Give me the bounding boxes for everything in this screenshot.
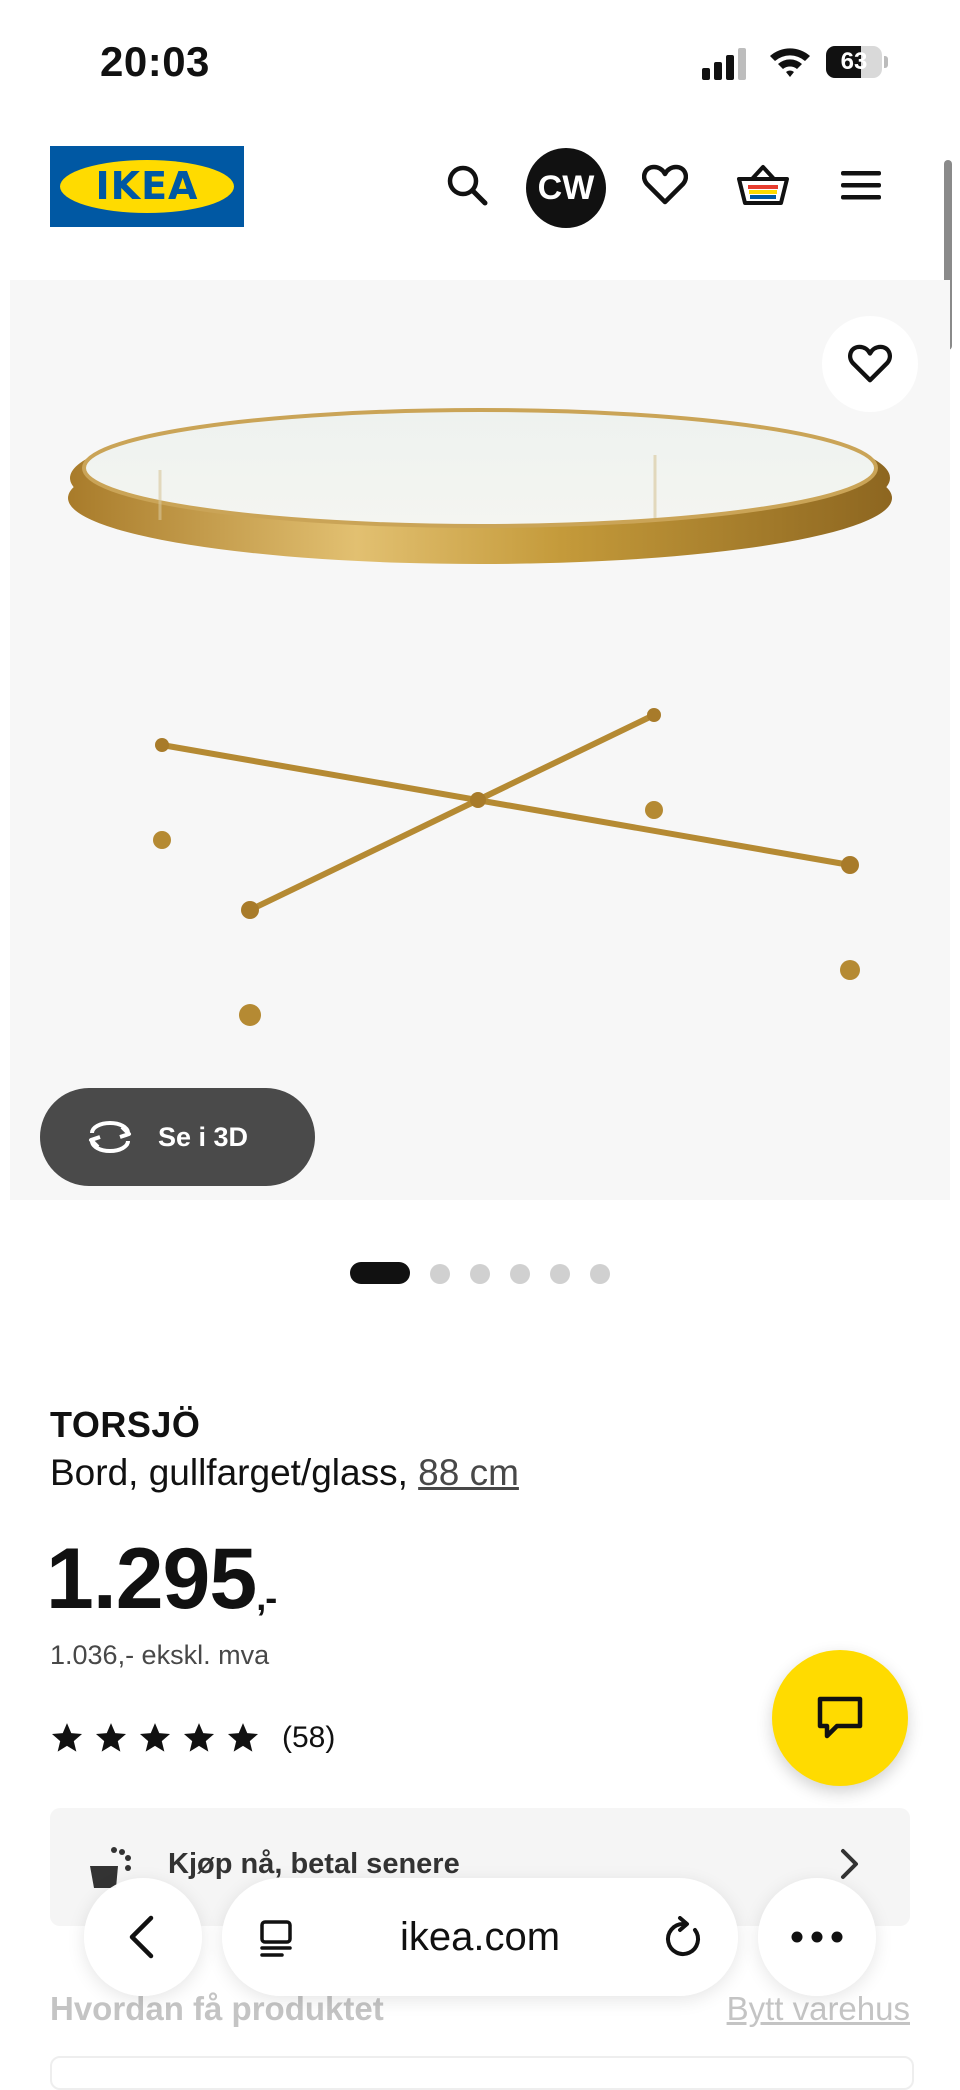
star-icon	[227, 1723, 259, 1752]
save-favorite-button[interactable]	[822, 316, 918, 412]
chevron-left-icon	[129, 1915, 154, 1959]
address-bar[interactable]: ikea.com	[222, 1878, 738, 1996]
carousel-dot[interactable]	[510, 1264, 530, 1284]
cart-icon[interactable]	[728, 150, 798, 220]
status-bar: 20:03 63	[0, 0, 960, 120]
avatar[interactable]: CW	[526, 148, 606, 228]
rotate-3d-icon	[89, 1121, 131, 1153]
view-3d-button[interactable]: Se i 3D	[40, 1088, 315, 1186]
carousel-dot[interactable]	[430, 1264, 450, 1284]
signal-icon	[702, 46, 752, 80]
product-description: Bord, gullfarget/glass, 88 cm	[50, 1452, 519, 1494]
heart-icon	[848, 344, 892, 383]
chat-button[interactable]	[772, 1650, 908, 1786]
url-text: ikea.com	[399, 1915, 561, 1959]
star-icon	[95, 1723, 127, 1752]
pay-later-label: Kjøp nå, betal senere	[168, 1848, 460, 1880]
carousel-dot[interactable]	[470, 1264, 490, 1284]
search-icon[interactable]	[432, 150, 502, 220]
reload-icon[interactable]	[662, 1916, 704, 1960]
more-dots-icon	[791, 1931, 843, 1943]
product-image	[68, 408, 892, 1026]
clock: 20:03	[100, 38, 210, 85]
menu-icon[interactable]	[826, 150, 896, 220]
product-size-link[interactable]: 88 cm	[418, 1452, 519, 1493]
ikea-logo[interactable]: IKEA	[50, 146, 244, 227]
chat-bubble-icon	[817, 1696, 863, 1739]
logo-text: IKEA	[95, 164, 199, 208]
battery-level: 63	[840, 48, 868, 75]
product-price: 1.295,-	[46, 1530, 277, 1629]
availability-card	[50, 2056, 914, 2090]
price-suffix: ,-	[256, 1577, 277, 1618]
carousel-dot[interactable]	[590, 1264, 610, 1284]
product-name: TORSJÖ	[50, 1404, 201, 1445]
product-image-gallery[interactable]: Se i 3D	[10, 280, 950, 1200]
product-type: Bord, gullfarget/glass,	[50, 1452, 408, 1493]
star-icon	[139, 1723, 171, 1752]
rating-count: (58)	[282, 1721, 336, 1754]
view-3d-label: Se i 3D	[158, 1122, 249, 1152]
carousel-dot-active[interactable]	[350, 1262, 410, 1284]
price-excl-vat: 1.036,- ekskl. mva	[50, 1640, 270, 1670]
browser-more-button[interactable]	[758, 1878, 876, 1996]
carousel-dot[interactable]	[550, 1264, 570, 1284]
wifi-icon	[768, 44, 812, 80]
browser-back-button[interactable]	[84, 1878, 202, 1996]
site-header: IKEA CW	[0, 130, 960, 240]
heart-icon[interactable]	[630, 150, 700, 220]
price-integer: 1.295	[46, 1531, 257, 1627]
chevron-right-icon	[841, 1849, 858, 1879]
rating[interactable]: (58)	[50, 1718, 335, 1758]
star-icon	[183, 1723, 215, 1752]
battery-icon: 63	[826, 46, 888, 78]
star-icon	[51, 1723, 83, 1752]
